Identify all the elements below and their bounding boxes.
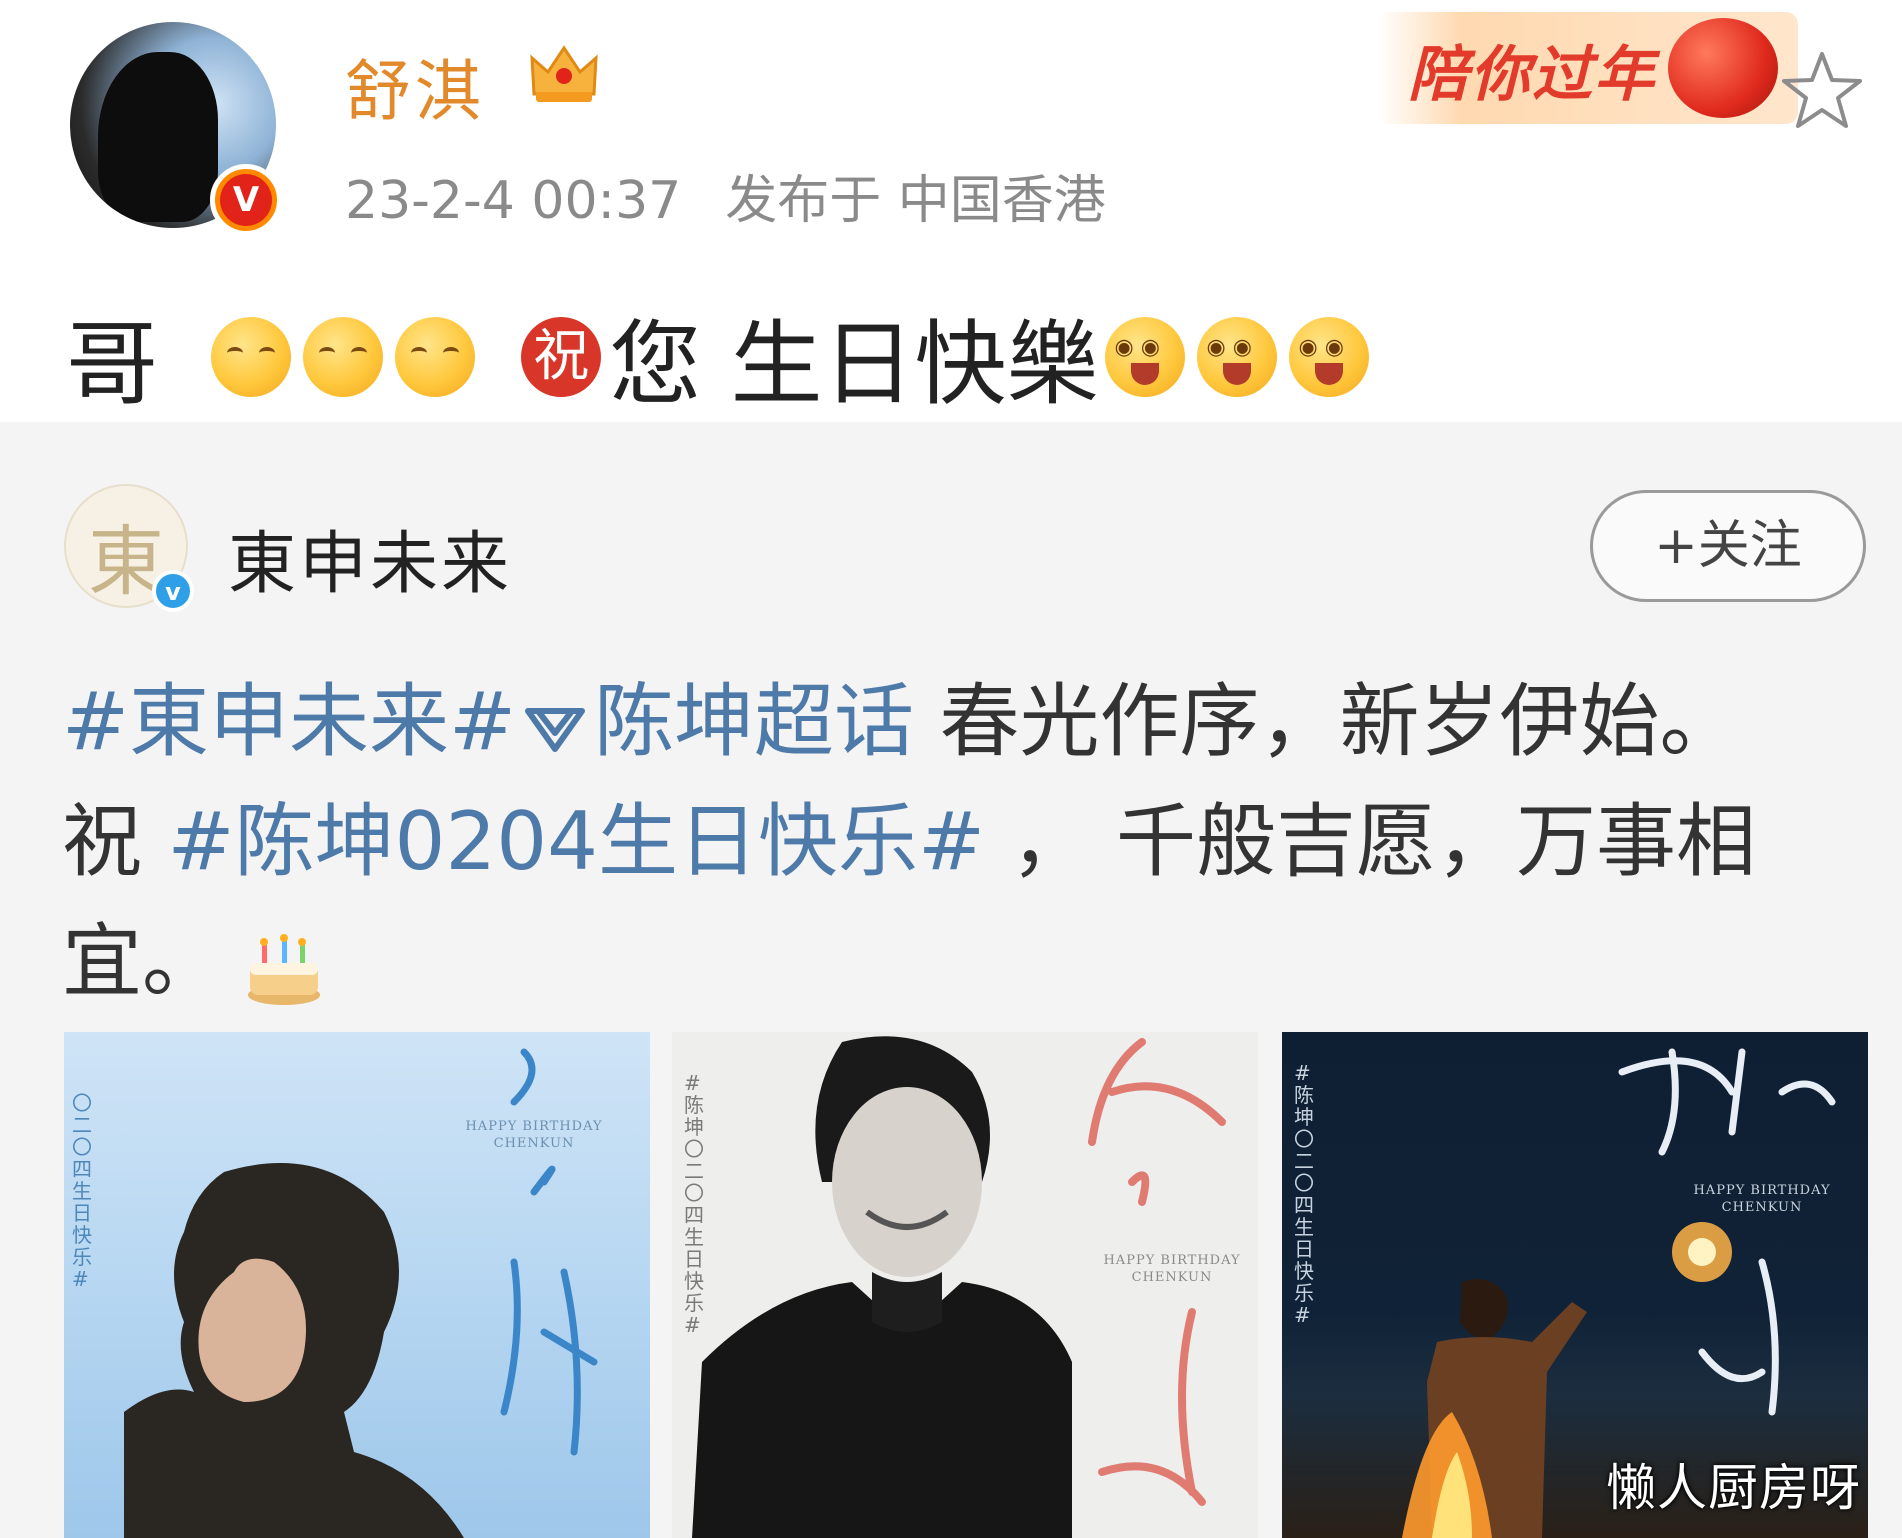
user-name[interactable]: 舒淇 bbox=[345, 38, 485, 134]
post-text-message: 您 生日快樂 bbox=[609, 311, 1099, 418]
happy-face-emoji bbox=[1104, 316, 1185, 397]
shy-face-emoji bbox=[211, 316, 292, 397]
verified-badge-icon: v bbox=[152, 570, 194, 612]
avatar-silhouette bbox=[98, 52, 218, 222]
photo-thumbnail[interactable]: 〇二〇四生日快乐# HAPPY BIRTHDAY CHENKUN bbox=[64, 1032, 650, 1538]
shy-face-emoji bbox=[303, 316, 384, 397]
cake-emoji bbox=[248, 934, 320, 1006]
repost-text-line1: 春光作序，新岁伊始。 bbox=[914, 675, 1740, 768]
brush-calligraphy bbox=[1088, 1038, 1226, 1506]
repost-text-line3: 宜。 bbox=[62, 915, 222, 1008]
follow-button[interactable]: +关注 bbox=[1590, 490, 1866, 602]
photo-vertical-text: 〇二〇四生日快乐# bbox=[72, 1091, 92, 1291]
super-topic-link[interactable]: 陈坤超话 bbox=[594, 675, 914, 768]
post: V 舒淇 23-2-4 00:37 发布于 中国香港 陪你过年 哥 祝您 生日快樂 bbox=[0, 0, 1902, 420]
happy-face-emoji bbox=[1288, 316, 1369, 397]
hashtag-link[interactable]: #東申未来# bbox=[62, 675, 516, 768]
promo-badge[interactable]: 陪你过年 bbox=[1378, 12, 1798, 124]
repost-text-line2: ， 千般吉愿，万事相 bbox=[985, 795, 1756, 888]
shy-face-emoji bbox=[395, 316, 476, 397]
post-location: 发布于 中国香港 bbox=[725, 171, 1106, 231]
photo-vertical-text: #陈坤〇二〇四生日快乐# bbox=[1294, 1061, 1314, 1327]
person-profile bbox=[124, 1163, 464, 1538]
repost-account-name[interactable]: 東申未来 bbox=[228, 508, 512, 607]
repost-text-line2-prefix: 祝 bbox=[62, 795, 168, 888]
repost-text: #東申未来# 陈坤超话 春光作序，新岁伊始。 祝 #陈坤0204生日快乐# ， 千… bbox=[62, 662, 1852, 1022]
zhu-icon: 祝 bbox=[521, 316, 602, 397]
lantern-icon bbox=[1668, 18, 1778, 118]
verified-badge-icon: V bbox=[210, 164, 282, 236]
post-timestamp: 23-2-4 00:37 bbox=[345, 171, 682, 231]
promo-badge-label: 陪你过年 bbox=[1408, 40, 1656, 110]
post-meta: 23-2-4 00:37 发布于 中国香港 bbox=[345, 158, 1150, 233]
person-with-torch bbox=[1402, 1279, 1587, 1538]
star-icon[interactable] bbox=[1780, 48, 1864, 132]
brush-calligraphy bbox=[500, 1048, 598, 1456]
post-text: 哥 祝您 生日快樂 bbox=[66, 290, 1375, 423]
photo-gallery: 〇二〇四生日快乐# HAPPY BIRTHDAY CHENKUN #陈坤〇二〇四… bbox=[64, 1032, 1868, 1538]
hashtag-link[interactable]: #陈坤0204生日快乐# bbox=[167, 795, 985, 888]
crown-icon[interactable] bbox=[528, 42, 600, 108]
person-portrait bbox=[692, 1036, 1072, 1538]
photo-thumbnail[interactable]: #陈坤〇二〇四生日快乐# HAPPY BIRTHDAY CHENKUN bbox=[672, 1032, 1258, 1538]
happy-face-emoji bbox=[1196, 316, 1277, 397]
repost-card[interactable]: 東 v 東申未来 +关注 #東申未来# 陈坤超话 春光作序，新岁伊始。 祝 #陈坤… bbox=[0, 422, 1902, 1538]
post-text-prefix: 哥 bbox=[66, 311, 159, 418]
watermark: 懒人厨房呀 bbox=[1606, 1459, 1861, 1517]
super-topic-icon[interactable] bbox=[518, 697, 592, 757]
